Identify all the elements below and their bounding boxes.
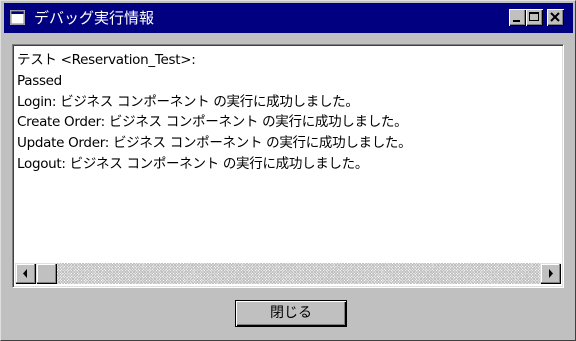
arrow-right-icon xyxy=(549,269,553,278)
output-line: テスト <Reservation_Test>: xyxy=(17,52,196,68)
debug-info-window: デバッグ実行情報 テスト <Reservation_Test>: Passed … xyxy=(0,0,576,341)
maximize-button[interactable] xyxy=(526,9,543,26)
close-window-button[interactable] xyxy=(547,9,564,26)
output-line: Logout: ビジネス コンポーネント の実行に成功しました。 xyxy=(17,155,369,172)
scroll-left-button[interactable] xyxy=(15,263,36,284)
horizontal-scrollbar[interactable] xyxy=(15,263,561,284)
output-line: Update Order: ビジネス コンポーネント の実行に成功しました。 xyxy=(17,135,412,152)
close-icon xyxy=(550,12,560,22)
window-icon xyxy=(10,10,25,25)
arrow-left-icon xyxy=(23,269,27,278)
output-line: Passed xyxy=(17,72,62,89)
output-line: Create Order: ビジネス コンポーネント の実行に成功しました。 xyxy=(17,114,408,131)
output-line: Login: ビジネス コンポーネント の実行に成功しました。 xyxy=(17,93,359,110)
window-title: デバッグ実行情報 xyxy=(34,9,155,27)
output-text-box[interactable]: テスト <Reservation_Test>: Passed Login: ビジ… xyxy=(12,44,564,288)
close-button[interactable]: 閉じる xyxy=(235,300,347,327)
maximize-icon xyxy=(529,12,539,21)
minimize-icon xyxy=(513,20,520,22)
title-bar[interactable]: デバッグ実行情報 xyxy=(4,3,573,33)
output-lines: テスト <Reservation_Test>: Passed Login: ビジ… xyxy=(17,50,557,175)
scrollbar-thumb[interactable] xyxy=(36,263,57,284)
minimize-button[interactable] xyxy=(509,9,526,26)
scroll-right-button[interactable] xyxy=(540,263,561,284)
